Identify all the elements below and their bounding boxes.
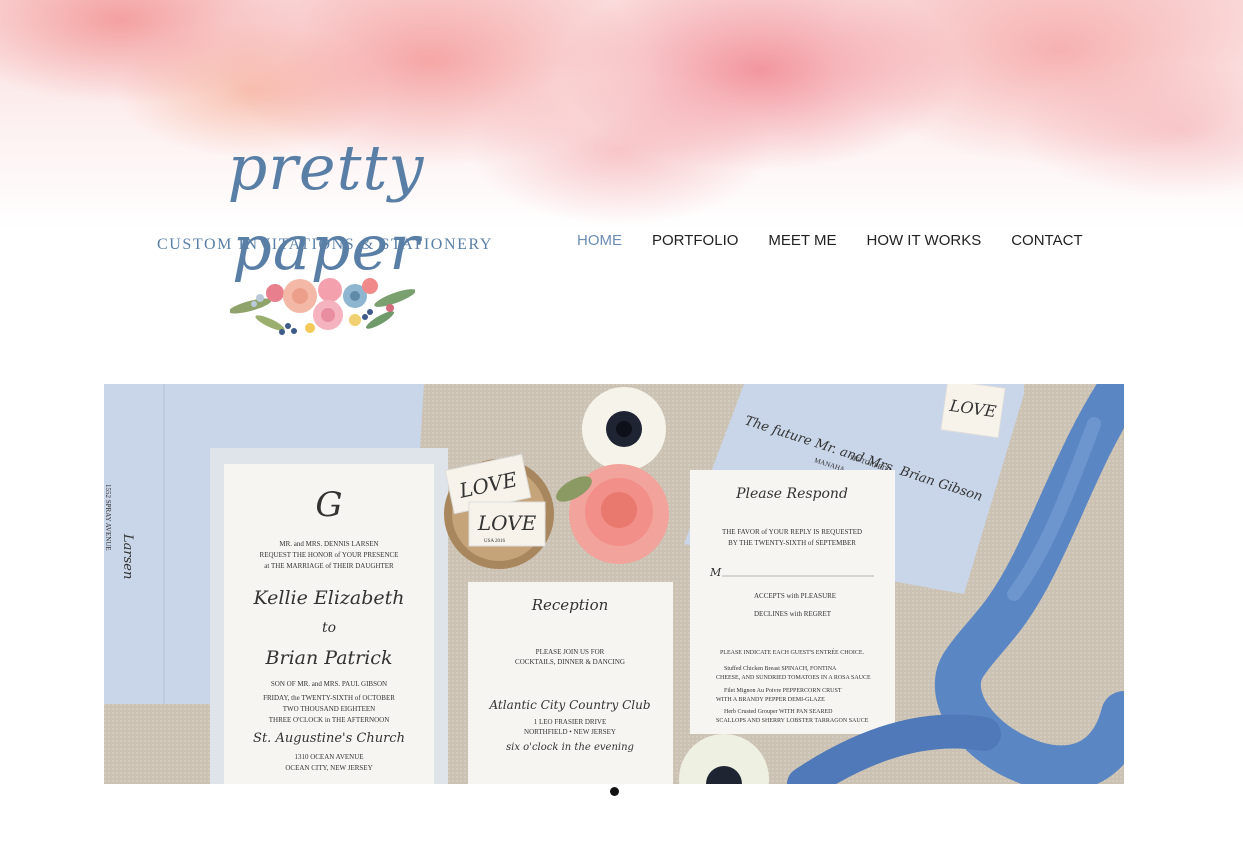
rsvp-m: M bbox=[709, 566, 722, 579]
envelope-return-script: Larsen bbox=[120, 533, 135, 579]
invitation-venue: St. Augustine's Church bbox=[253, 731, 405, 746]
invitation-to: to bbox=[322, 620, 336, 636]
invitation-line: OCEAN CITY, NEW JERSEY bbox=[285, 764, 372, 772]
logo-tagline: CUSTOM INVITATIONS & STATIONERY bbox=[156, 236, 494, 253]
nav-contact[interactable]: CONTACT bbox=[1011, 230, 1082, 252]
rsvp-choice: Herb Crusted Grouper WITH PAN SEARED bbox=[724, 709, 833, 715]
hero-slider[interactable]: Larsen 1552 SPRAY AVENUE G MR. and MRS. … bbox=[104, 384, 1124, 784]
rsvp-choice: Stuffed Chicken Breast SPINACH, FONTINA bbox=[724, 665, 837, 672]
reception-line: 1 LEO FRASIER DRIVE bbox=[534, 718, 607, 726]
nav-how-it-works[interactable]: HOW IT WORKS bbox=[866, 230, 981, 252]
envelope-return-street: 1552 SPRAY AVENUE bbox=[104, 484, 112, 551]
rsvp-choice: Filet Mignon Au Poivre PEPPERCORN CRUST bbox=[724, 688, 842, 694]
stamp-price: USA 2016 bbox=[484, 539, 505, 544]
invitation-monogram: G bbox=[315, 485, 342, 525]
invitation-line: SON OF MR. and MRS. PAUL GIBSON bbox=[271, 680, 387, 688]
rsvp-line: ACCEPTS with PLEASURE bbox=[754, 592, 836, 600]
invitation-line: FRIDAY, the TWENTY-SIXTH of OCTOBER bbox=[263, 694, 395, 702]
nav-meet-me[interactable]: MEET ME bbox=[768, 230, 836, 252]
rsvp-choice: CHEESE, AND SUNDRIED TOMATOES IN A ROSA … bbox=[716, 675, 871, 681]
rsvp-line: DECLINES with REGRET bbox=[754, 610, 832, 618]
logo-script-wordmark: pretty paper bbox=[227, 131, 425, 284]
stamp-text: LOVE bbox=[477, 511, 537, 535]
wedding-invitation-card: G MR. and MRS. DENNIS LARSEN REQUEST THE… bbox=[210, 448, 448, 784]
nav-home[interactable]: HOME bbox=[577, 230, 622, 252]
rsvp-card: Please Respond THE FAVOR of YOUR REPLY I… bbox=[690, 470, 895, 734]
rsvp-choice: WITH A BRANDY PEPPER DEMI-GLAZE bbox=[716, 697, 825, 703]
slider-pagination bbox=[604, 787, 624, 797]
rsvp-line: THE FAVOR of YOUR REPLY IS REQUESTED bbox=[722, 528, 862, 536]
main-navigation: HOME PORTFOLIO MEET ME HOW IT WORKS CONT… bbox=[577, 230, 1083, 252]
invitation-line: THREE O'CLOCK in THE AFTERNOON bbox=[269, 716, 390, 724]
rsvp-line: PLEASE INDICATE EACH GUEST'S ENTRÉE CHOI… bbox=[720, 648, 865, 656]
reception-title: Reception bbox=[531, 596, 609, 614]
invitation-groom-name: Brian Patrick bbox=[265, 647, 393, 669]
rsvp-title: Please Respond bbox=[735, 486, 848, 502]
reception-line: COCKTAILS, DINNER & DANCING bbox=[515, 658, 625, 666]
invitation-line: TWO THOUSAND EIGHTEEN bbox=[283, 705, 375, 713]
invitation-bride-name: Kellie Elizabeth bbox=[252, 587, 404, 609]
reception-line: NORTHFIELD • NEW JERSEY bbox=[524, 728, 616, 736]
reception-venue: Atlantic City Country Club bbox=[488, 698, 650, 712]
floral-bouquet-icon bbox=[230, 278, 415, 335]
slider-dot-active[interactable] bbox=[609, 787, 619, 796]
rsvp-line: BY THE TWENTY-SIXTH of SEPTEMBER bbox=[728, 539, 856, 547]
love-stamp-icon: LOVE USA 2016 bbox=[468, 501, 546, 547]
invitation-line: 1310 OCEAN AVENUE bbox=[294, 753, 363, 761]
invitation-line: MR. and MRS. DENNIS LARSEN bbox=[279, 540, 378, 548]
invitation-line: REQUEST THE HONOR of YOUR PRESENCE bbox=[260, 551, 399, 559]
site-logo[interactable]: pretty paper CUSTOM INVITATIONS & STATIO… bbox=[135, 128, 515, 348]
reception-time: six o'clock in the evening bbox=[506, 742, 634, 753]
anemone-flower-icon bbox=[582, 387, 666, 471]
invitation-line: at THE MARRIAGE of THEIR DAUGHTER bbox=[264, 562, 394, 570]
reception-card: Reception PLEASE JOIN US FOR COCKTAILS, … bbox=[468, 582, 673, 784]
slide-image-stationery-suite: Larsen 1552 SPRAY AVENUE G MR. and MRS. … bbox=[104, 384, 1124, 784]
reception-line: PLEASE JOIN US FOR bbox=[536, 648, 605, 656]
rsvp-choice: SCALLOPS AND SHERRY LOBSTER TARRAGON SAU… bbox=[716, 718, 869, 724]
nav-portfolio[interactable]: PORTFOLIO bbox=[652, 230, 738, 252]
